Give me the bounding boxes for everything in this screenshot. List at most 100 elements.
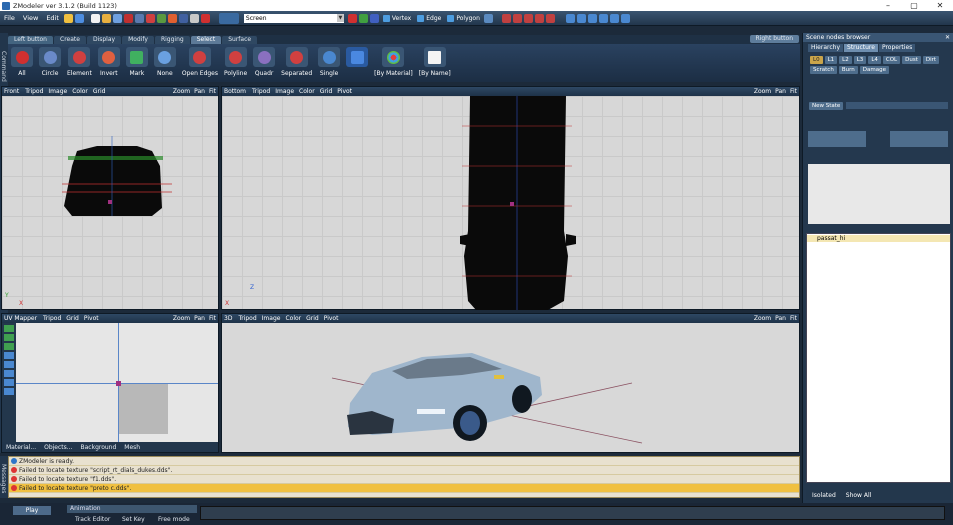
play-button[interactable]: Play xyxy=(13,506,51,515)
front-viewport-title[interactable]: Front xyxy=(4,88,19,95)
uv-tab-mesh[interactable]: Mesh xyxy=(120,444,144,451)
maximize-button[interactable]: ▢ xyxy=(901,0,927,11)
front-viewport[interactable]: Front Tripod Image Color Grid Zoom Pan Fit… xyxy=(1,86,219,310)
uv-tool-icon[interactable] xyxy=(4,334,14,341)
lod-dirt-button[interactable]: Dirt xyxy=(922,56,940,64)
3d-canvas[interactable] xyxy=(222,323,799,452)
refresh-icon[interactable] xyxy=(218,12,239,24)
uv-tab-background[interactable]: Background xyxy=(77,444,121,451)
bottom-pan[interactable]: Pan xyxy=(775,88,786,95)
hierarchy-tree[interactable]: passat_hi xyxy=(806,233,951,483)
uv-mapper-viewport[interactable]: UV Mapper Tripod Grid Pivot Zoom Pan Fit M… xyxy=(1,313,219,453)
lod-l4-button[interactable]: L4 xyxy=(868,56,881,64)
tab-display[interactable]: Display xyxy=(86,36,122,44)
free-mode-button[interactable]: Free mode xyxy=(158,516,190,523)
material-icon[interactable] xyxy=(576,13,586,23)
select-mark-button[interactable]: Mark xyxy=(125,47,148,77)
select-separated-button[interactable]: Separated xyxy=(281,47,312,77)
3d-zoom[interactable]: Zoom xyxy=(754,315,771,322)
bottom-fit[interactable]: Fit xyxy=(790,88,797,95)
uv-tool-icon[interactable] xyxy=(4,388,14,395)
3d-color[interactable]: Color xyxy=(285,315,301,322)
show-all-button[interactable]: Show All xyxy=(846,492,872,499)
select-by-material-button[interactable]: [By Material] xyxy=(374,47,413,77)
menu-edit[interactable]: Edit xyxy=(42,14,63,22)
front-image[interactable]: Image xyxy=(48,88,67,95)
select-open-edges-button[interactable]: Open Edges xyxy=(182,47,218,77)
light-icon[interactable] xyxy=(598,13,608,23)
select-tool-icon[interactable] xyxy=(145,13,155,23)
front-zoom[interactable]: Zoom xyxy=(173,88,190,95)
bottom-image[interactable]: Image xyxy=(275,88,294,95)
redo-icon[interactable] xyxy=(134,13,144,23)
bottom-viewport-title[interactable]: Bottom xyxy=(224,88,246,95)
snap-edge-icon[interactable] xyxy=(523,13,533,23)
timeline-slider[interactable] xyxy=(200,506,945,520)
new-file-icon[interactable] xyxy=(90,13,100,23)
lod-dust-button[interactable]: Dust xyxy=(902,56,921,64)
front-fit[interactable]: Fit xyxy=(209,88,216,95)
front-grid[interactable]: Grid xyxy=(93,88,106,95)
screen-select[interactable]: Screen ▼ xyxy=(243,13,344,23)
polygon-mode-button[interactable]: Polygon xyxy=(447,14,480,22)
select-single-button[interactable]: Single xyxy=(318,47,341,77)
move-tool-icon[interactable] xyxy=(156,13,166,23)
select-polyline-button[interactable]: Polyline xyxy=(224,47,247,77)
select-quadr-button[interactable]: Quadr xyxy=(253,47,276,77)
tab-create[interactable]: Create xyxy=(54,36,86,44)
texture-icon[interactable] xyxy=(587,13,597,23)
bottom-canvas[interactable]: Z X xyxy=(222,96,799,310)
node-tool-button[interactable] xyxy=(808,131,866,147)
tab-structure[interactable]: Structure xyxy=(844,44,878,52)
open-file-icon[interactable] xyxy=(101,13,111,23)
uv-tool-icon[interactable] xyxy=(4,379,14,386)
bottom-zoom[interactable]: Zoom xyxy=(754,88,771,95)
select-all-button[interactable]: All xyxy=(11,47,33,77)
undo-icon[interactable] xyxy=(123,13,133,23)
snap-icon[interactable] xyxy=(501,13,511,23)
lod-l3-button[interactable]: L3 xyxy=(853,56,867,64)
menu-view[interactable]: View xyxy=(19,14,42,22)
z-axis-icon[interactable] xyxy=(369,13,379,23)
lod-burn-button[interactable]: Burn xyxy=(838,66,858,74)
select-element-button[interactable]: Element xyxy=(67,47,92,77)
3d-grid[interactable]: Grid xyxy=(306,315,319,322)
uv-tool-icon[interactable] xyxy=(4,361,14,368)
front-canvas[interactable]: Y X xyxy=(2,96,218,309)
tab-hierarchy[interactable]: Hierarchy xyxy=(808,44,844,52)
tab-modify[interactable]: Modify xyxy=(122,36,154,44)
vertex-mode-button[interactable]: Vertex xyxy=(382,14,411,22)
layout-icon[interactable] xyxy=(189,13,199,23)
select-invert-button[interactable]: Invert xyxy=(97,47,120,77)
select-none-button[interactable]: None xyxy=(153,47,176,77)
tab-properties[interactable]: Properties xyxy=(878,44,916,52)
save-file-icon[interactable] xyxy=(112,13,122,23)
bottom-viewport[interactable]: Bottom Tripod Image Color Grid Pivot Zoo… xyxy=(221,86,800,310)
select-circle-button[interactable]: Circle xyxy=(39,47,61,77)
front-tripod[interactable]: Tripod xyxy=(25,88,43,95)
select-id-button[interactable] xyxy=(346,47,369,67)
tab-rigging[interactable]: Rigging xyxy=(154,36,190,44)
track-editor-button[interactable]: Track Editor xyxy=(75,516,110,523)
uv-tool-icon[interactable] xyxy=(4,370,14,377)
right-button-tab[interactable]: Right button xyxy=(749,35,799,43)
close-icon[interactable]: ✕ xyxy=(945,33,950,42)
uv-tool-icon[interactable] xyxy=(4,325,14,332)
uv-pan[interactable]: Pan xyxy=(194,315,205,322)
lod-damage-button[interactable]: Damage xyxy=(859,66,889,74)
snap-angle-icon[interactable] xyxy=(545,13,555,23)
menu-file[interactable]: File xyxy=(0,14,19,22)
scale-tool-icon[interactable] xyxy=(178,13,188,23)
element-mode-icon[interactable] xyxy=(483,13,493,23)
tree-node-passat-hi[interactable]: passat_hi xyxy=(807,235,950,242)
lod-l2-button[interactable]: L2 xyxy=(839,56,852,64)
wire-icon[interactable] xyxy=(620,13,630,23)
lod-col-button[interactable]: COL xyxy=(882,56,901,64)
y-axis-icon[interactable] xyxy=(358,13,368,23)
select-by-name-button[interactable]: [By Name] xyxy=(419,47,451,77)
uv-viewport-title[interactable]: UV Mapper xyxy=(4,315,37,322)
lod-scratch-button[interactable]: Scratch xyxy=(810,66,837,74)
node-tool-button[interactable] xyxy=(890,131,948,147)
uv-tripod[interactable]: Tripod xyxy=(43,315,61,322)
uv-tool-icon[interactable] xyxy=(4,343,14,350)
